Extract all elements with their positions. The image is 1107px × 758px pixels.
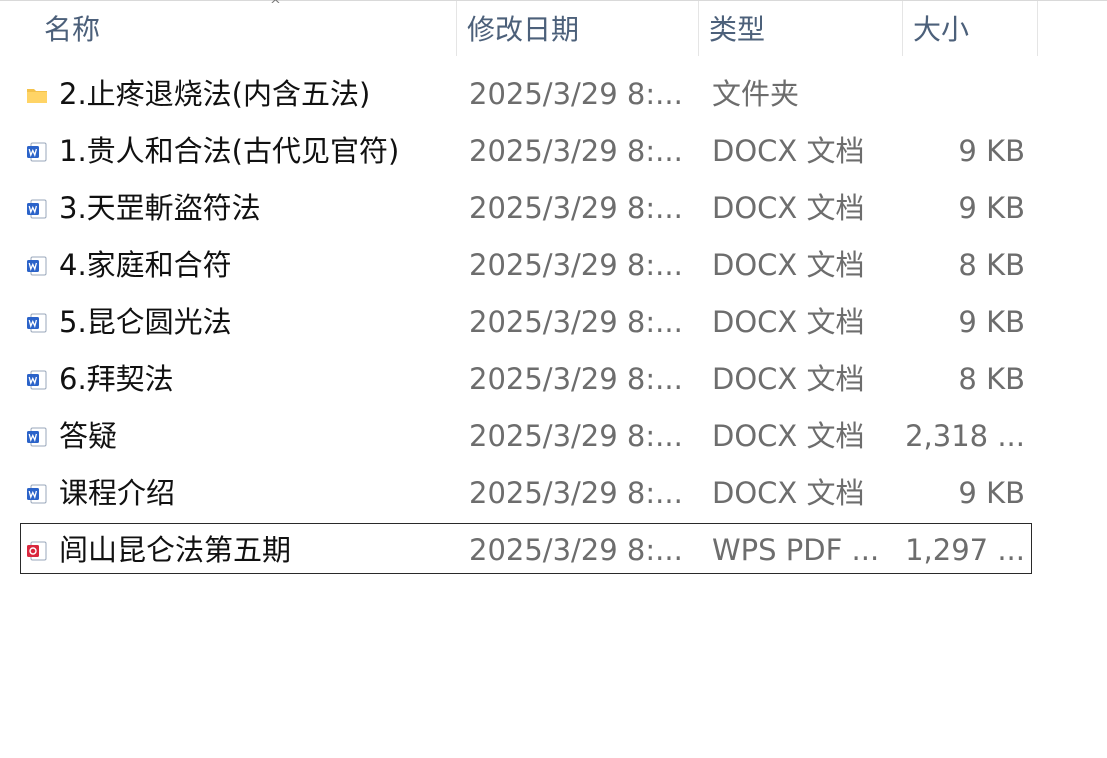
file-type: DOCX 文档	[712, 248, 865, 282]
file-name: 2.止疼退烧法(内含五法)	[59, 77, 371, 111]
file-name: 4.家庭和合符	[59, 248, 232, 282]
file-type: DOCX 文档	[712, 305, 865, 339]
file-modified-date: 2025/3/29 8:...	[469, 77, 683, 111]
file-row[interactable]: 课程介绍 2025/3/29 8:... DOCX 文档 9 KB	[20, 466, 1032, 517]
word-doc-icon	[26, 370, 48, 390]
file-modified-date: 2025/3/29 8:...	[469, 248, 683, 282]
file-size: 9 KB	[958, 134, 1025, 168]
word-doc-icon	[26, 427, 48, 447]
file-name: 闾山昆仑法第五期	[59, 533, 292, 567]
file-size: 9 KB	[958, 305, 1025, 339]
sort-ascending-icon: ^	[270, 0, 281, 13]
file-name: 6.拜契法	[59, 362, 174, 396]
file-modified-date: 2025/3/29 8:...	[469, 191, 683, 225]
column-header-size-label: 大小	[913, 13, 970, 46]
file-type: DOCX 文档	[712, 362, 865, 396]
file-modified-date: 2025/3/29 8:...	[469, 476, 683, 510]
column-header-modified[interactable]: 修改日期	[457, 1, 699, 56]
file-name: 3.天罡斬盜符法	[59, 191, 261, 225]
file-type: 文件夹	[712, 77, 800, 111]
file-size: 2,318 ...	[905, 419, 1025, 453]
word-doc-icon	[26, 484, 48, 504]
column-header-type-label: 类型	[709, 13, 766, 46]
file-size: 8 KB	[958, 248, 1025, 282]
pdf-icon	[26, 541, 48, 561]
column-header-size[interactable]: 大小	[903, 1, 1038, 56]
file-row[interactable]: 3.天罡斬盜符法 2025/3/29 8:... DOCX 文档 9 KB	[20, 181, 1032, 232]
file-type: DOCX 文档	[712, 419, 865, 453]
word-doc-icon	[26, 199, 48, 219]
file-type: DOCX 文档	[712, 191, 865, 225]
file-size: 8 KB	[958, 362, 1025, 396]
word-doc-icon	[26, 256, 48, 276]
file-explorer-details-view: 名称 ^ 修改日期 类型 大小 2.止疼退烧法(内含五法) 2025/3/29 8…	[0, 0, 1107, 758]
file-row[interactable]: 5.昆仑圆光法 2025/3/29 8:... DOCX 文档 9 KB	[20, 295, 1032, 346]
file-type: WPS PDF ...	[712, 533, 880, 567]
file-modified-date: 2025/3/29 8:...	[469, 305, 683, 339]
file-name: 5.昆仑圆光法	[59, 305, 232, 339]
file-modified-date: 2025/3/29 8:...	[469, 362, 683, 396]
column-header-name-label: 名称	[44, 13, 101, 46]
file-modified-date: 2025/3/29 8:...	[469, 533, 683, 567]
file-row[interactable]: 答疑 2025/3/29 8:... DOCX 文档 2,318 ...	[20, 409, 1032, 460]
file-type: DOCX 文档	[712, 134, 865, 168]
file-size: 9 KB	[958, 476, 1025, 510]
file-size: 9 KB	[958, 191, 1025, 225]
file-row[interactable]: 4.家庭和合符 2025/3/29 8:... DOCX 文档 8 KB	[20, 238, 1032, 289]
file-row[interactable]: 2.止疼退烧法(内含五法) 2025/3/29 8:... 文件夹	[20, 67, 1032, 118]
word-doc-icon	[26, 313, 48, 333]
file-name: 课程介绍	[59, 476, 176, 510]
column-header-name[interactable]: 名称 ^	[34, 0, 457, 56]
file-row[interactable]: 1.贵人和合法(古代见官符) 2025/3/29 8:... DOCX 文档 9 KB	[20, 124, 1032, 175]
column-header-modified-label: 修改日期	[467, 13, 580, 46]
file-modified-date: 2025/3/29 8:...	[469, 419, 683, 453]
file-name: 答疑	[59, 419, 118, 453]
column-header-type[interactable]: 类型	[699, 1, 903, 56]
file-type: DOCX 文档	[712, 476, 865, 510]
file-name: 1.贵人和合法(古代见官符)	[59, 134, 400, 168]
file-modified-date: 2025/3/29 8:...	[469, 134, 683, 168]
file-size: 1,297 ...	[905, 533, 1025, 567]
file-row[interactable]: 闾山昆仑法第五期 2025/3/29 8:... WPS PDF ... 1,297 …	[20, 523, 1032, 574]
folder-icon	[26, 85, 48, 105]
word-doc-icon	[26, 142, 48, 162]
file-row[interactable]: 6.拜契法 2025/3/29 8:... DOCX 文档 8 KB	[20, 352, 1032, 403]
file-size	[905, 68, 1025, 117]
column-header-bar: 名称 ^ 修改日期 类型 大小	[0, 0, 1107, 56]
